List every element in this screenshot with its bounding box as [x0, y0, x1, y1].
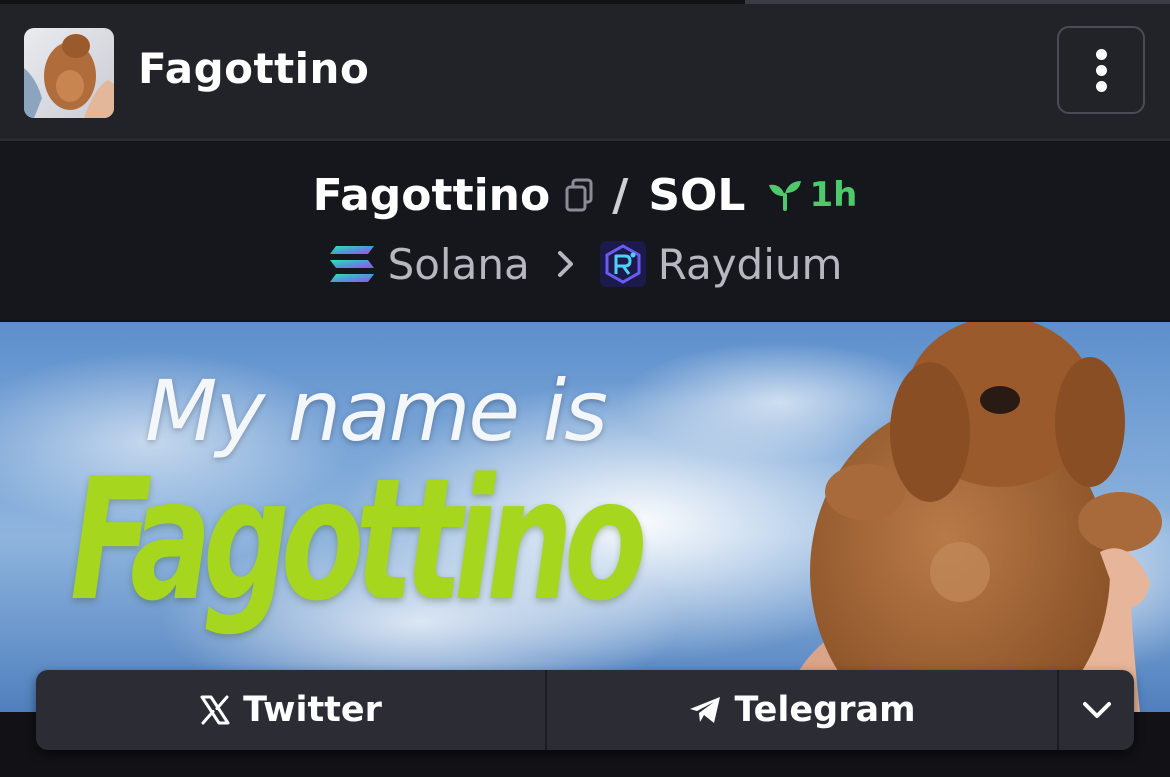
solana-icon	[329, 246, 374, 282]
x-twitter-icon	[200, 695, 230, 725]
page-title: Fagottino	[138, 44, 370, 93]
raydium-icon	[599, 241, 646, 287]
token-banner-image: My name is Fagottino	[0, 322, 1170, 712]
chain-breadcrumb: Solana Raydium	[0, 236, 1170, 292]
token-avatar[interactable]	[24, 28, 114, 118]
sprout-icon	[769, 181, 802, 211]
banner-line-2: Fagottino	[70, 442, 647, 638]
chevron-right-icon	[557, 251, 573, 277]
twitter-label: Twitter	[243, 690, 382, 730]
header: Fagottino	[0, 4, 1170, 141]
vertical-dots-icon-dot	[1095, 64, 1107, 76]
pair-base-symbol: Fagottino	[312, 169, 551, 221]
pair-title: Fagottino / SOL 1h	[0, 169, 1170, 221]
chain-name-link[interactable]: Solana	[388, 240, 530, 289]
puppy-avatar-icon	[24, 28, 114, 118]
chevron-down-icon	[1082, 702, 1111, 718]
pair-section: Fagottino / SOL 1h Solana Raydium	[0, 142, 1170, 320]
pair-age: 1h	[809, 175, 858, 215]
copy-icon[interactable]	[564, 178, 594, 212]
vertical-dots-icon	[1095, 48, 1107, 60]
telegram-icon	[690, 697, 721, 723]
dex-name-link[interactable]: Raydium	[658, 240, 843, 289]
telegram-button[interactable]: Telegram	[547, 670, 1059, 750]
more-links-button[interactable]	[1059, 670, 1134, 750]
vertical-dots-icon-dot	[1095, 80, 1107, 92]
pair-separator: /	[612, 169, 629, 221]
social-links-bar: Twitter Telegram	[36, 670, 1134, 750]
telegram-label: Telegram	[734, 690, 916, 730]
twitter-button[interactable]: Twitter	[36, 670, 547, 750]
more-options-button[interactable]	[1057, 26, 1145, 114]
pair-quote-symbol: SOL	[648, 169, 746, 221]
